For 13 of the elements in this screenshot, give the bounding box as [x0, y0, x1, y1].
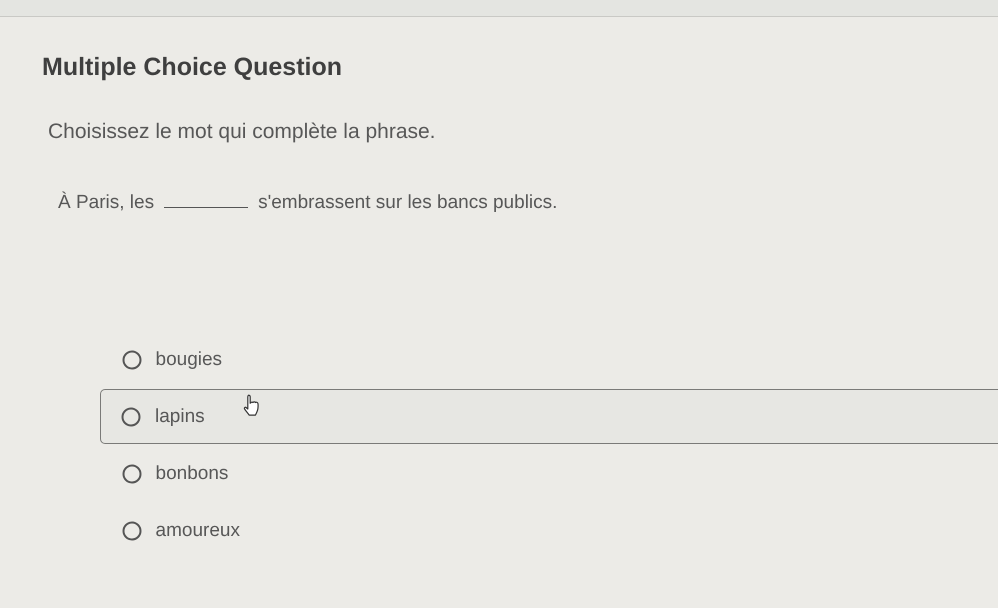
answer-option[interactable]: amoureux — [100, 514, 248, 546]
radio-button-icon[interactable] — [122, 350, 142, 370]
answer-option[interactable]: lapins — [100, 389, 998, 444]
sentence-text: À Paris, les — [58, 191, 154, 215]
radio-button-icon[interactable] — [122, 520, 142, 540]
sentence-text: s'embrassent sur les bancs publics. — [258, 191, 558, 215]
radio-button-icon[interactable] — [121, 406, 141, 426]
answer-option[interactable]: bougies — [100, 344, 230, 376]
instruction-text: Choisissez le mot qui complète la phrase. — [48, 119, 437, 145]
hand-cursor-icon — [243, 394, 261, 416]
radio-button-icon[interactable] — [122, 464, 142, 484]
answer-option[interactable]: bonbons — [100, 458, 236, 490]
question-type-title: Multiple Choice Question — [42, 52, 344, 82]
